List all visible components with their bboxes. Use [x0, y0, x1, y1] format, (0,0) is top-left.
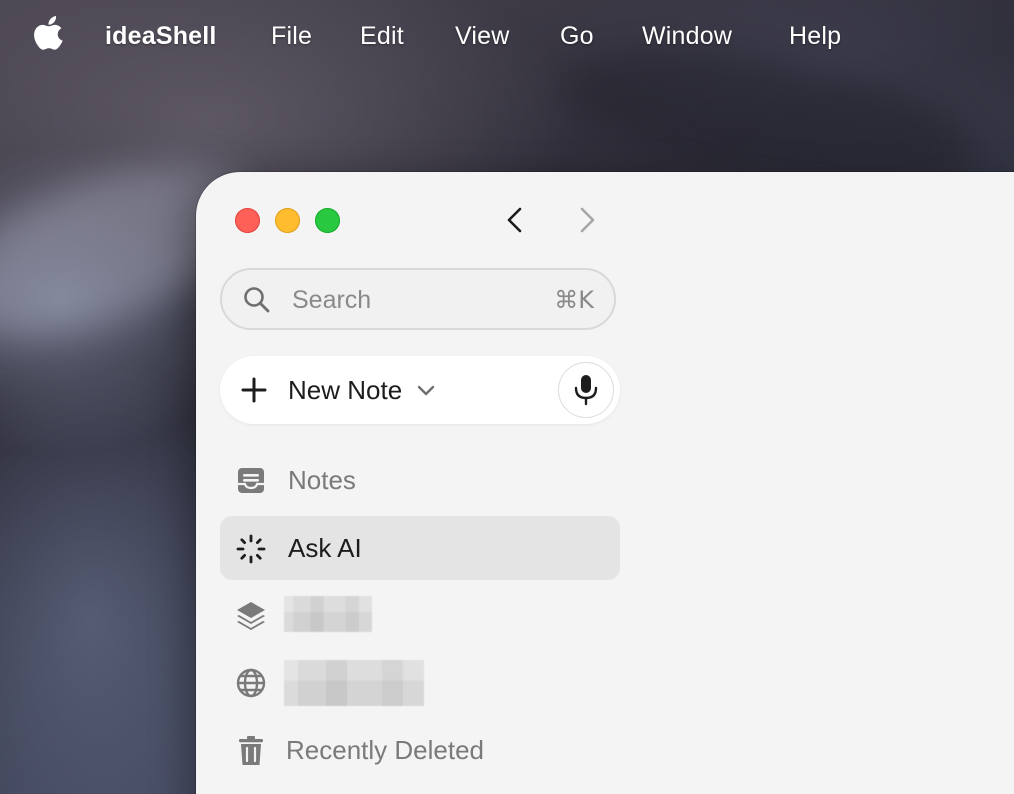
menu-app-name[interactable]: ideaShell	[105, 22, 217, 51]
sidebar-item-recently-deleted[interactable]: Recently Deleted	[220, 718, 620, 782]
microphone-icon	[574, 375, 598, 406]
sidebar-item-web[interactable]	[220, 650, 620, 714]
chevron-right-icon[interactable]	[572, 204, 602, 236]
redacted-label	[284, 596, 372, 632]
new-note-button[interactable]: New Note	[220, 356, 450, 424]
minimize-window-button[interactable]	[275, 208, 300, 233]
apple-logo-icon[interactable]	[34, 14, 66, 50]
notes-tray-icon	[238, 468, 264, 493]
menu-file[interactable]: File	[271, 22, 312, 51]
sidebar-item-label: Ask AI	[288, 533, 362, 563]
new-note-bar: New Note	[220, 356, 620, 424]
search-field[interactable]: Search ⌘K	[220, 268, 616, 330]
menu-help[interactable]: Help	[789, 22, 841, 51]
desktop: { "menubar": { "apple_icon": "apple-logo…	[0, 0, 1014, 794]
plus-icon	[241, 377, 267, 403]
sidebar-item-notes[interactable]: Notes	[220, 448, 620, 512]
menu-edit[interactable]: Edit	[360, 22, 404, 51]
menu-window[interactable]: Window	[642, 22, 732, 51]
search-shortcut-hint: ⌘K	[554, 286, 594, 314]
zoom-window-button[interactable]	[315, 208, 340, 233]
sidebar-item-collections[interactable]	[220, 582, 620, 646]
chevron-down-icon[interactable]	[416, 381, 436, 401]
redacted-label	[284, 660, 424, 706]
sidebar-item-label: Notes	[288, 465, 356, 495]
search-icon	[244, 287, 270, 313]
trash-icon	[239, 736, 263, 765]
sidebar-item-label: Recently Deleted	[286, 735, 484, 765]
new-note-label: New Note	[288, 375, 403, 405]
chevron-left-icon[interactable]	[500, 204, 530, 236]
voice-note-button[interactable]	[558, 362, 614, 418]
menu-go[interactable]: Go	[560, 22, 594, 51]
menu-view[interactable]: View	[455, 22, 510, 51]
close-window-button[interactable]	[235, 208, 260, 233]
globe-icon	[236, 668, 266, 698]
layers-icon	[237, 602, 265, 630]
menu-bar: ideaShell File Edit View Go Window Help	[0, 0, 1014, 74]
sidebar-item-ask-ai[interactable]: Ask AI	[220, 516, 620, 580]
ai-sparkle-icon	[236, 534, 266, 564]
app-window: Search ⌘K New Note Notes Ask AI Recently…	[196, 172, 1014, 794]
search-placeholder: Search	[292, 286, 372, 314]
